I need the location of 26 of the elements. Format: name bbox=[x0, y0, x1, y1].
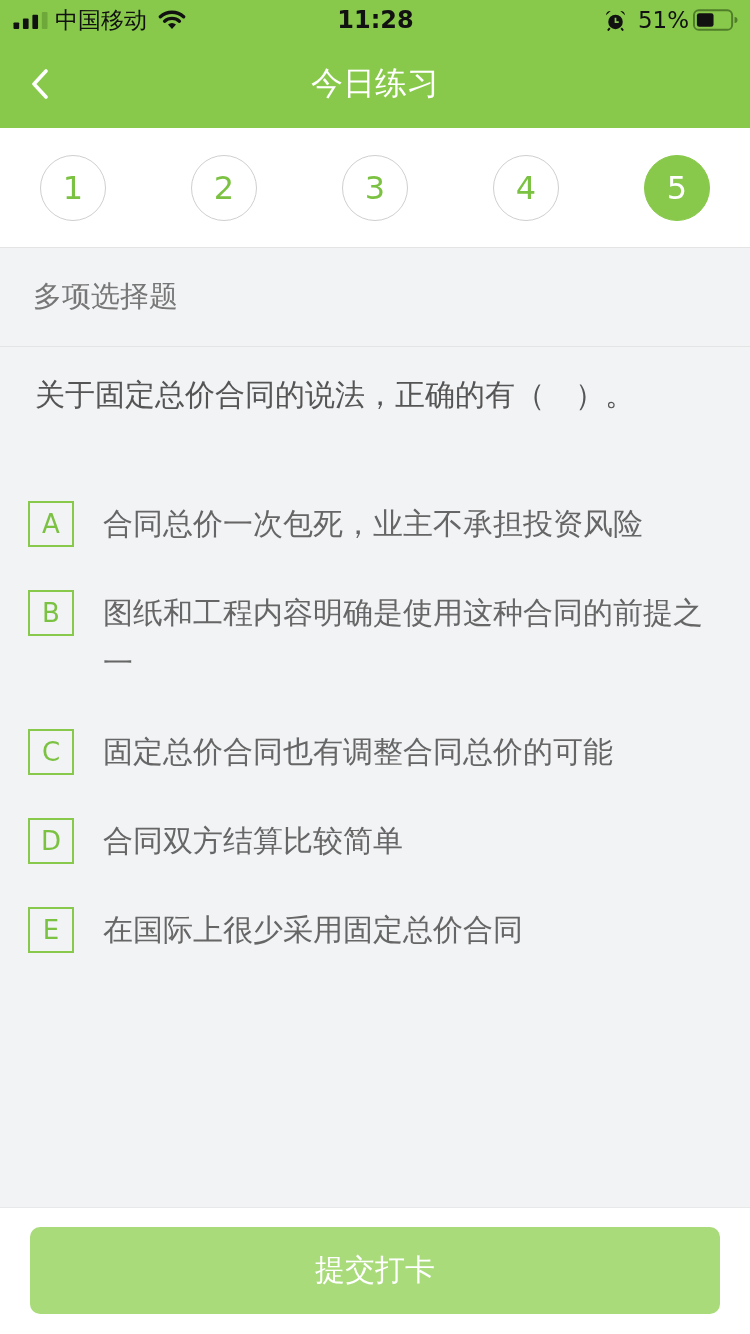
option-checkbox[interactable]: A bbox=[28, 501, 74, 547]
option-text[interactable]: 图纸和工程内容明确是使用这种合同的前提之一 bbox=[103, 588, 715, 688]
question-text: 关于固定总价合同的说法，正确的有（ ）。 bbox=[34, 376, 636, 414]
option-checkbox[interactable]: C bbox=[28, 729, 74, 775]
signal-icon bbox=[13, 11, 48, 29]
option-text[interactable]: 固定总价合同也有调整合同总价的可能 bbox=[103, 727, 715, 777]
option-checkbox[interactable]: B bbox=[28, 590, 74, 636]
question-number-tab[interactable]: 4 bbox=[493, 154, 559, 221]
option-checkbox[interactable]: D bbox=[28, 818, 74, 864]
battery-icon bbox=[693, 9, 738, 31]
option-text[interactable]: 合同双方结算比较简单 bbox=[103, 816, 715, 866]
battery-percent: 51% bbox=[637, 7, 689, 33]
status-time: 11:28 bbox=[337, 6, 414, 34]
back-chevron-icon bbox=[32, 69, 48, 99]
question-number-tab[interactable]: 3 bbox=[342, 154, 408, 221]
option-text[interactable]: 合同总价一次包死，业主不承担投资风险 bbox=[103, 499, 715, 549]
question-type-label: 多项选择题 bbox=[33, 278, 178, 315]
question-number-tab[interactable]: 2 bbox=[191, 154, 257, 221]
wifi-icon bbox=[158, 10, 186, 30]
option-checkbox[interactable]: E bbox=[28, 907, 74, 953]
carrier-name: 中国移动 bbox=[55, 5, 147, 35]
question-number-tab[interactable]: 5 bbox=[644, 154, 710, 221]
option-text[interactable]: 在国际上很少采用固定总价合同 bbox=[103, 905, 715, 955]
page-title: 今日练习 bbox=[311, 63, 439, 104]
alarm-clock-icon bbox=[604, 9, 626, 31]
question-number-tab[interactable]: 1 bbox=[40, 154, 106, 221]
